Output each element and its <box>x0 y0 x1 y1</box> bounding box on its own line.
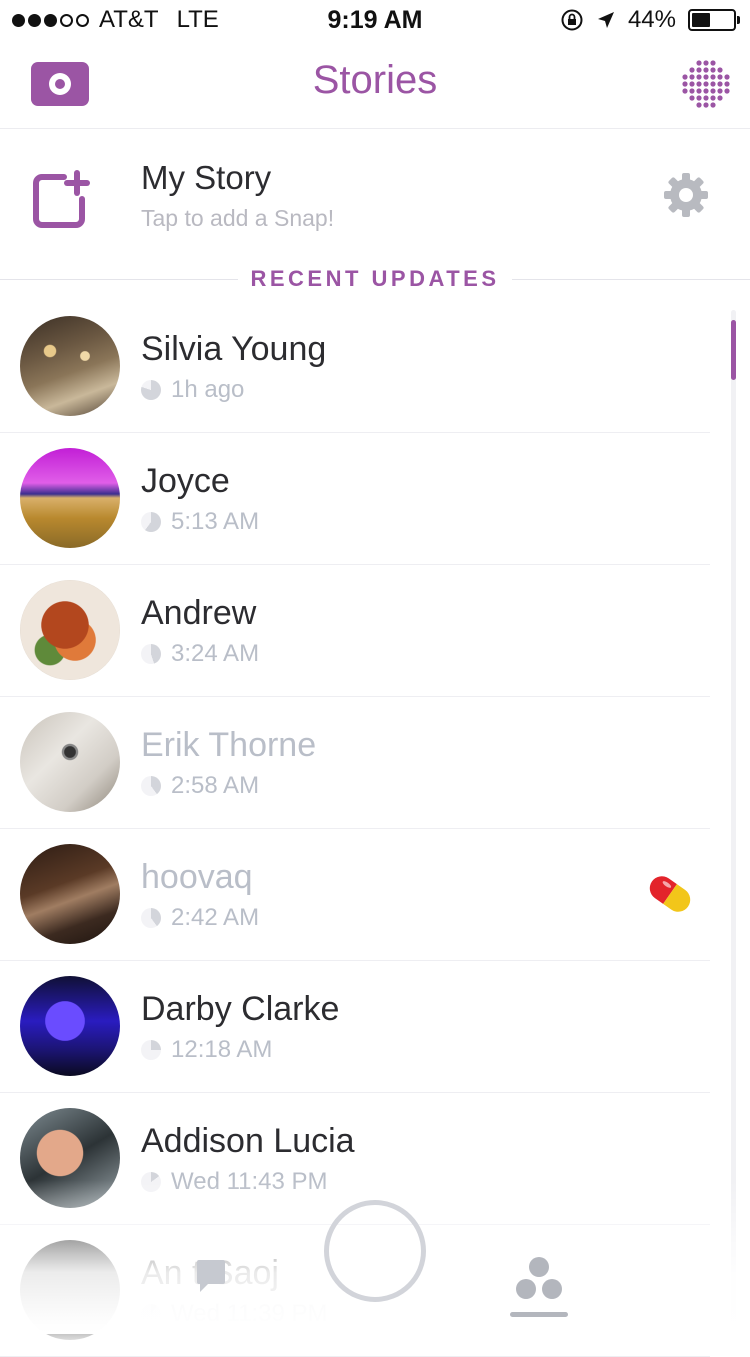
story-time: 3:24 AM <box>171 640 260 667</box>
story-timer-icon <box>141 1040 161 1060</box>
story-timer-icon <box>141 776 161 796</box>
battery-percent: 44% <box>627 6 676 33</box>
my-story-title: My Story <box>141 159 272 196</box>
story-avatar[interactable] <box>20 712 120 812</box>
story-timer-icon <box>141 380 161 400</box>
story-avatar[interactable] <box>20 976 120 1076</box>
story-name: Silvia Young <box>141 330 327 368</box>
story-meta: 12:18 AM <box>141 1036 272 1064</box>
story-row[interactable]: Andrew 3:24 AM <box>0 564 710 697</box>
battery-level-fill <box>692 13 710 27</box>
story-meta: 1h ago <box>141 376 244 404</box>
story-time: 2:42 AM <box>171 904 260 931</box>
status-bar: AT&T LTE 9:19 AM 44% <box>0 0 750 40</box>
story-time: 2:58 AM <box>171 772 260 799</box>
story-name: Erik Thorne <box>141 726 317 764</box>
story-name: Joyce <box>141 462 230 500</box>
story-timer-icon <box>141 644 161 664</box>
rotation-lock-icon <box>561 9 583 31</box>
stories-nav-icon[interactable] <box>514 1256 564 1302</box>
discover-icon[interactable] <box>680 58 732 110</box>
story-row[interactable]: Silvia Young 1h ago <box>0 300 710 433</box>
stories-nav-underline <box>510 1312 568 1317</box>
story-timer-icon <box>141 512 161 532</box>
story-row[interactable]: Erik Thorne 2:58 AM <box>0 696 710 829</box>
scrollbar-thumb[interactable] <box>731 320 736 380</box>
story-row[interactable]: hoovaq 2:42 AM <box>0 828 710 961</box>
gear-icon[interactable] <box>662 171 710 219</box>
story-meta: 5:13 AM <box>141 508 259 536</box>
story-name: Addison Lucia <box>141 1122 355 1160</box>
page-title: Stories <box>312 58 438 102</box>
capture-button[interactable] <box>324 1200 426 1302</box>
story-name: Andrew <box>141 594 257 632</box>
story-row[interactable]: Darby Clarke 12:18 AM <box>0 960 710 1093</box>
scrollbar-track[interactable] <box>731 310 736 1330</box>
pill-emoji-icon <box>649 876 691 912</box>
story-meta: 3:24 AM <box>141 640 259 668</box>
battery-icon <box>688 9 740 31</box>
story-meta: 2:42 AM <box>141 904 259 932</box>
recent-updates-header: RECENT UPDATES <box>0 262 750 296</box>
divider <box>512 279 750 280</box>
story-timer-icon <box>141 908 161 928</box>
status-right: 44% <box>560 6 740 34</box>
story-avatar[interactable] <box>20 448 120 548</box>
story-avatar[interactable] <box>20 844 120 944</box>
chat-icon[interactable] <box>196 1258 226 1294</box>
my-story-hint: Tap to add a Snap! <box>141 205 335 231</box>
story-time: 5:13 AM <box>171 508 260 535</box>
story-time: 12:18 AM <box>171 1036 273 1063</box>
story-name: hoovaq <box>141 858 253 896</box>
header: Stories <box>0 40 750 129</box>
add-story-icon[interactable] <box>30 169 92 231</box>
story-time: 1h ago <box>171 376 245 403</box>
story-avatar[interactable] <box>20 316 120 416</box>
story-name: Darby Clarke <box>141 990 340 1028</box>
story-row[interactable]: Joyce 5:13 AM <box>0 432 710 565</box>
story-avatar[interactable] <box>20 580 120 680</box>
my-story-row[interactable]: My Story Tap to add a Snap! <box>0 129 750 279</box>
story-meta: 2:58 AM <box>141 772 259 800</box>
location-arrow-icon <box>597 12 614 28</box>
